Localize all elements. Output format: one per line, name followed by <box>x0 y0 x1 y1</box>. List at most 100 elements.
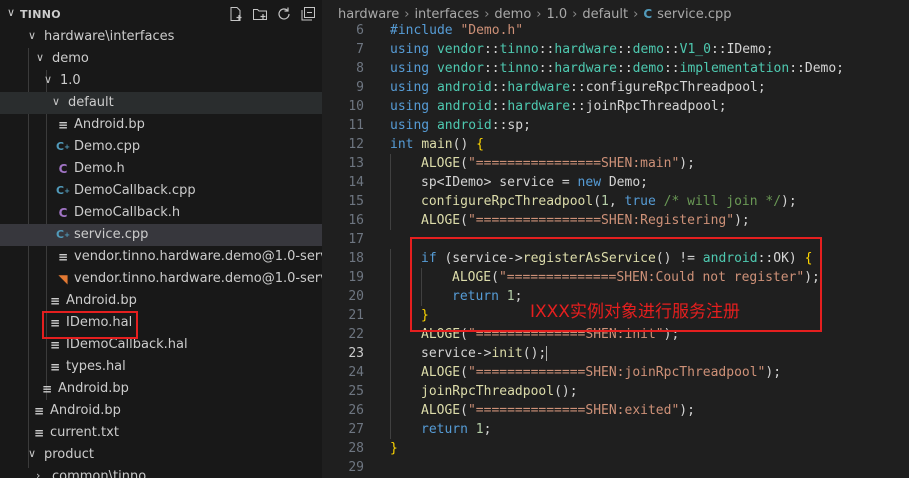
line-number: 18 <box>348 251 364 266</box>
code-line[interactable]: 28} <box>322 439 909 458</box>
tree-file[interactable]: ≡ current.txt <box>0 422 322 444</box>
text-cursor <box>546 346 548 361</box>
tree-item-label: Android.bp <box>66 293 137 308</box>
rss-file-icon: ◥ <box>58 272 68 286</box>
chevron-down-icon[interactable]: ∨ <box>44 73 52 86</box>
tree-file[interactable]: ≡ types.hal <box>0 356 322 378</box>
text-file-icon: ≡ <box>33 404 45 418</box>
code-line[interactable]: 9 using android::hardware::configureRpcTh… <box>322 78 909 97</box>
code-token: tinno <box>499 42 539 57</box>
tree-file[interactable]: C DemoCallback.h <box>0 202 322 224</box>
new-folder-icon[interactable] <box>252 6 268 22</box>
breadcrumb-item[interactable]: default <box>582 7 628 22</box>
chevron-down-icon[interactable]: ∨ <box>36 51 44 64</box>
code-token: using <box>390 42 437 57</box>
code-line[interactable]: 8 using vendor::tinno::hardware::demo::im… <box>322 59 909 78</box>
code-line[interactable]: 6 #include "Demo.h" <box>322 21 909 40</box>
tree-item-label: types.hal <box>66 359 126 374</box>
tree-file[interactable]: ≡ vendor.tinno.hardware.demo@1.0-servic..… <box>0 246 322 268</box>
tree-folder[interactable]: ∨ default <box>0 92 322 114</box>
chevron-down-icon[interactable]: ∨ <box>7 6 15 19</box>
tree-folder[interactable]: ∨ 1.0 <box>0 70 322 92</box>
tree-folder[interactable]: ∨ demo <box>0 48 322 70</box>
code-text: return 1; <box>421 420 491 439</box>
breadcrumb-item[interactable]: interfaces <box>414 7 479 22</box>
code-token: ); <box>734 213 750 228</box>
code-line[interactable]: 14 sp<IDemo> service = new Demo; <box>322 173 909 192</box>
code-line[interactable]: 16 ALOGE("================SHEN:Registerin… <box>322 211 909 230</box>
code-token: Demo; <box>608 175 648 190</box>
indent-guide <box>390 211 391 230</box>
new-file-icon[interactable] <box>228 6 244 22</box>
line-number: 20 <box>348 289 364 304</box>
tree-item-label: Demo.h <box>74 161 125 176</box>
collapse-all-icon[interactable] <box>300 6 316 22</box>
tree-item-label: demo <box>52 51 89 66</box>
code-token: hardware <box>507 99 571 114</box>
code-text: configureRpcThreadpool(1, true /* will j… <box>421 192 797 211</box>
cpp-file-icon: C+ <box>56 140 70 153</box>
breadcrumb-item[interactable]: service.cpp <box>657 7 731 22</box>
code-token: ); <box>781 194 797 209</box>
c-file-icon: C <box>58 162 68 176</box>
tree-folder[interactable]: ∨ hardware\interfaces <box>0 26 322 48</box>
line-number: 21 <box>348 308 364 323</box>
tree-file[interactable]: ≡ Android.bp <box>0 114 322 136</box>
line-number: 7 <box>356 42 364 57</box>
breadcrumb-item[interactable]: 1.0 <box>546 7 567 22</box>
chevron-right-icon: › <box>484 7 490 22</box>
code-line[interactable]: 27 return 1; <box>322 420 909 439</box>
tree-file[interactable]: C Demo.h <box>0 158 322 180</box>
code-line[interactable]: 15 configureRpcThreadpool(1, true /* will… <box>322 192 909 211</box>
code-line[interactable]: 24 ALOGE("==============SHEN:joinRpcThrea… <box>322 363 909 382</box>
chevron-down-icon[interactable]: ∨ <box>52 95 60 108</box>
breadcrumb-item[interactable]: hardware <box>338 7 399 22</box>
code-line[interactable]: 23 service->init(); <box>322 344 909 363</box>
chevron-down-icon[interactable]: ∨ <box>28 29 36 42</box>
text-file-icon: ≡ <box>49 338 61 352</box>
chevron-right-icon[interactable]: › <box>36 469 40 478</box>
code-line[interactable]: 10 using android::hardware::joinRpcThread… <box>322 97 909 116</box>
code-token: demo <box>632 42 664 57</box>
code-token: "==============SHEN:joinRpcThreadpool" <box>467 365 766 380</box>
tree-folder[interactable]: › common\tinno <box>0 466 322 478</box>
cpp-file-icon: C+ <box>56 184 70 197</box>
code-token: using <box>390 99 437 114</box>
code-line[interactable]: 11 using android::sp; <box>322 116 909 135</box>
breadcrumb: hardware › interfaces › demo › 1.0 › default › Cse… <box>338 7 732 22</box>
code-line[interactable]: 25 joinRpcThreadpool(); <box>322 382 909 401</box>
code-line[interactable]: 29 <box>322 458 909 477</box>
indent-guide <box>390 306 391 325</box>
code-line[interactable]: 12 int main() { <box>322 135 909 154</box>
breadcrumb-item[interactable]: demo <box>494 7 531 22</box>
line-number: 22 <box>348 327 364 342</box>
code-token: , <box>608 194 625 209</box>
tree-file[interactable]: ◥ vendor.tinno.hardware.demo@1.0-servic..… <box>0 268 322 290</box>
line-number: 13 <box>348 156 364 171</box>
code-token: ); <box>765 365 782 380</box>
code-line[interactable]: 13 ALOGE("================SHEN:main"); <box>322 154 909 173</box>
chevron-down-icon[interactable]: ∨ <box>28 447 36 460</box>
tree-file[interactable]: ≡ Android.bp <box>0 378 322 400</box>
code-token: ALOGE <box>421 213 461 228</box>
indent-guide <box>390 382 391 401</box>
code-token: new <box>577 175 609 190</box>
line-number: 16 <box>348 213 364 228</box>
code-text: sp<IDemo> service = new Demo; <box>421 173 648 192</box>
tree-file[interactable]: ≡ Android.bp <box>0 290 322 312</box>
code-line[interactable]: 26 ALOGE("==============SHEN:exited"); <box>322 401 909 420</box>
code-token: joinRpcThreadpool <box>421 384 555 399</box>
chevron-right-icon: › <box>536 7 542 22</box>
tree-file[interactable]: C+ Demo.cpp <box>0 136 322 158</box>
code-token: ( <box>460 365 468 380</box>
code-token: android <box>436 99 492 114</box>
refresh-icon[interactable] <box>276 6 292 22</box>
tree-file[interactable]: ≡ Android.bp <box>0 400 322 422</box>
tree-file[interactable]: C+ DemoCallback.cpp <box>0 180 322 202</box>
tree-folder[interactable]: ∨ product <box>0 444 322 466</box>
code-token: implementation <box>679 61 790 76</box>
tree-file[interactable]: C+ service.cpp <box>0 224 322 246</box>
code-token: :: <box>663 42 680 57</box>
code-token: service-> <box>421 346 492 361</box>
code-line[interactable]: 7 using vendor::tinno::hardware::demo::V1… <box>322 40 909 59</box>
